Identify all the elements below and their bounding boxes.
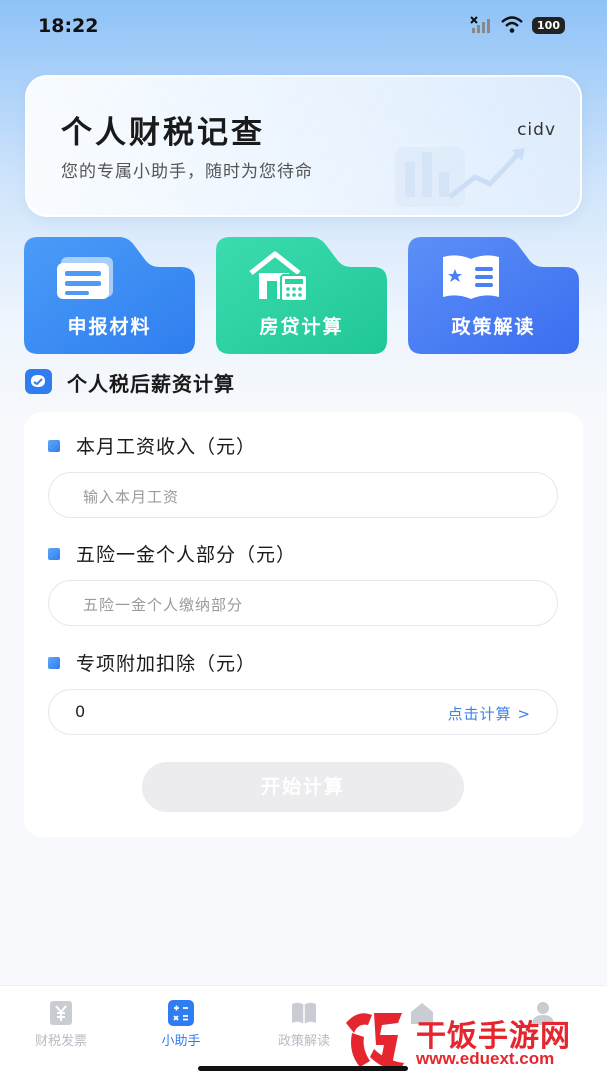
nav-item-assistant[interactable]: 小助手 [131, 1000, 231, 1049]
status-icons: 100 [470, 16, 565, 34]
calculate-deduction-link[interactable]: 点击计算 > [448, 703, 531, 724]
field-deduction-label-row: 专项附加扣除（元） [48, 649, 256, 676]
documents-icon [57, 257, 113, 299]
user-name[interactable]: cidv [517, 120, 556, 140]
salary-form-card: 本月工资收入（元） 输入本月工资 五险一金个人部分（元） 五险一金个人缴纳部分 … [24, 412, 583, 837]
deduction-value: 0 [75, 702, 86, 721]
hero-card: 个人财税记查 您的专属小助手，随时为您待命 cidv [25, 75, 582, 217]
tile-mortgage-calculator[interactable]: 房贷计算 [216, 237, 387, 354]
nav-item-invoice[interactable]: 财税发票 [11, 1000, 111, 1049]
insurance-input[interactable]: 五险一金个人缴纳部分 [48, 580, 558, 626]
tile-label: 政策解读 [451, 316, 536, 338]
field-label: 五险一金个人部分（元） [76, 544, 297, 566]
home-indicator[interactable] [198, 1066, 408, 1071]
wallet-icon [25, 369, 52, 394]
tile-label: 申报材料 [67, 316, 152, 338]
app-subtitle: 您的专属小助手，随时为您待命 [61, 162, 313, 182]
no-signal-icon [470, 16, 491, 33]
status-time: 18:22 [38, 15, 99, 37]
finance-chart-illustration [395, 147, 525, 207]
status-bar: 18:22 100 [0, 0, 607, 54]
nav-label: 小助手 [161, 1034, 201, 1049]
rice-bowl-logo-icon [346, 1013, 404, 1071]
watermark: 干饭手游网 www.eduext.com [338, 1003, 598, 1073]
battery-icon: 100 [532, 16, 565, 34]
bullet-icon [48, 439, 60, 452]
field-label: 本月工资收入（元） [76, 436, 257, 458]
tile-policy-interpretation[interactable]: 政策解读 [408, 237, 579, 354]
policy-book-icon [443, 255, 499, 299]
calculator-icon [168, 1000, 194, 1026]
yen-invoice-icon [50, 1001, 72, 1025]
bullet-icon [48, 656, 60, 669]
tile-declaration-materials[interactable]: 申报材料 [24, 237, 195, 354]
wifi-icon [501, 16, 523, 33]
field-label: 专项附加扣除（元） [76, 653, 257, 675]
field-salary-label-row: 本月工资收入（元） [48, 432, 256, 459]
deduction-input[interactable]: 0 点击计算 > [48, 689, 558, 735]
watermark-url: www.eduext.com [416, 1049, 555, 1068]
salary-input[interactable]: 输入本月工资 [48, 472, 558, 518]
insurance-input-placeholder: 五险一金个人缴纳部分 [83, 596, 244, 614]
book-icon [292, 1002, 316, 1024]
start-calculation-button[interactable]: 开始计算 [142, 762, 464, 812]
nav-label: 财税发票 [34, 1034, 87, 1049]
tile-label: 房贷计算 [259, 316, 344, 338]
app-title: 个人财税记查 [61, 115, 265, 151]
salary-input-placeholder: 输入本月工资 [83, 488, 180, 506]
house-calculator-icon [249, 251, 308, 301]
field-insurance-label-row: 五险一金个人部分（元） [48, 540, 296, 567]
bullet-icon [48, 547, 60, 560]
section-title: 个人税后薪资计算 [67, 372, 235, 396]
